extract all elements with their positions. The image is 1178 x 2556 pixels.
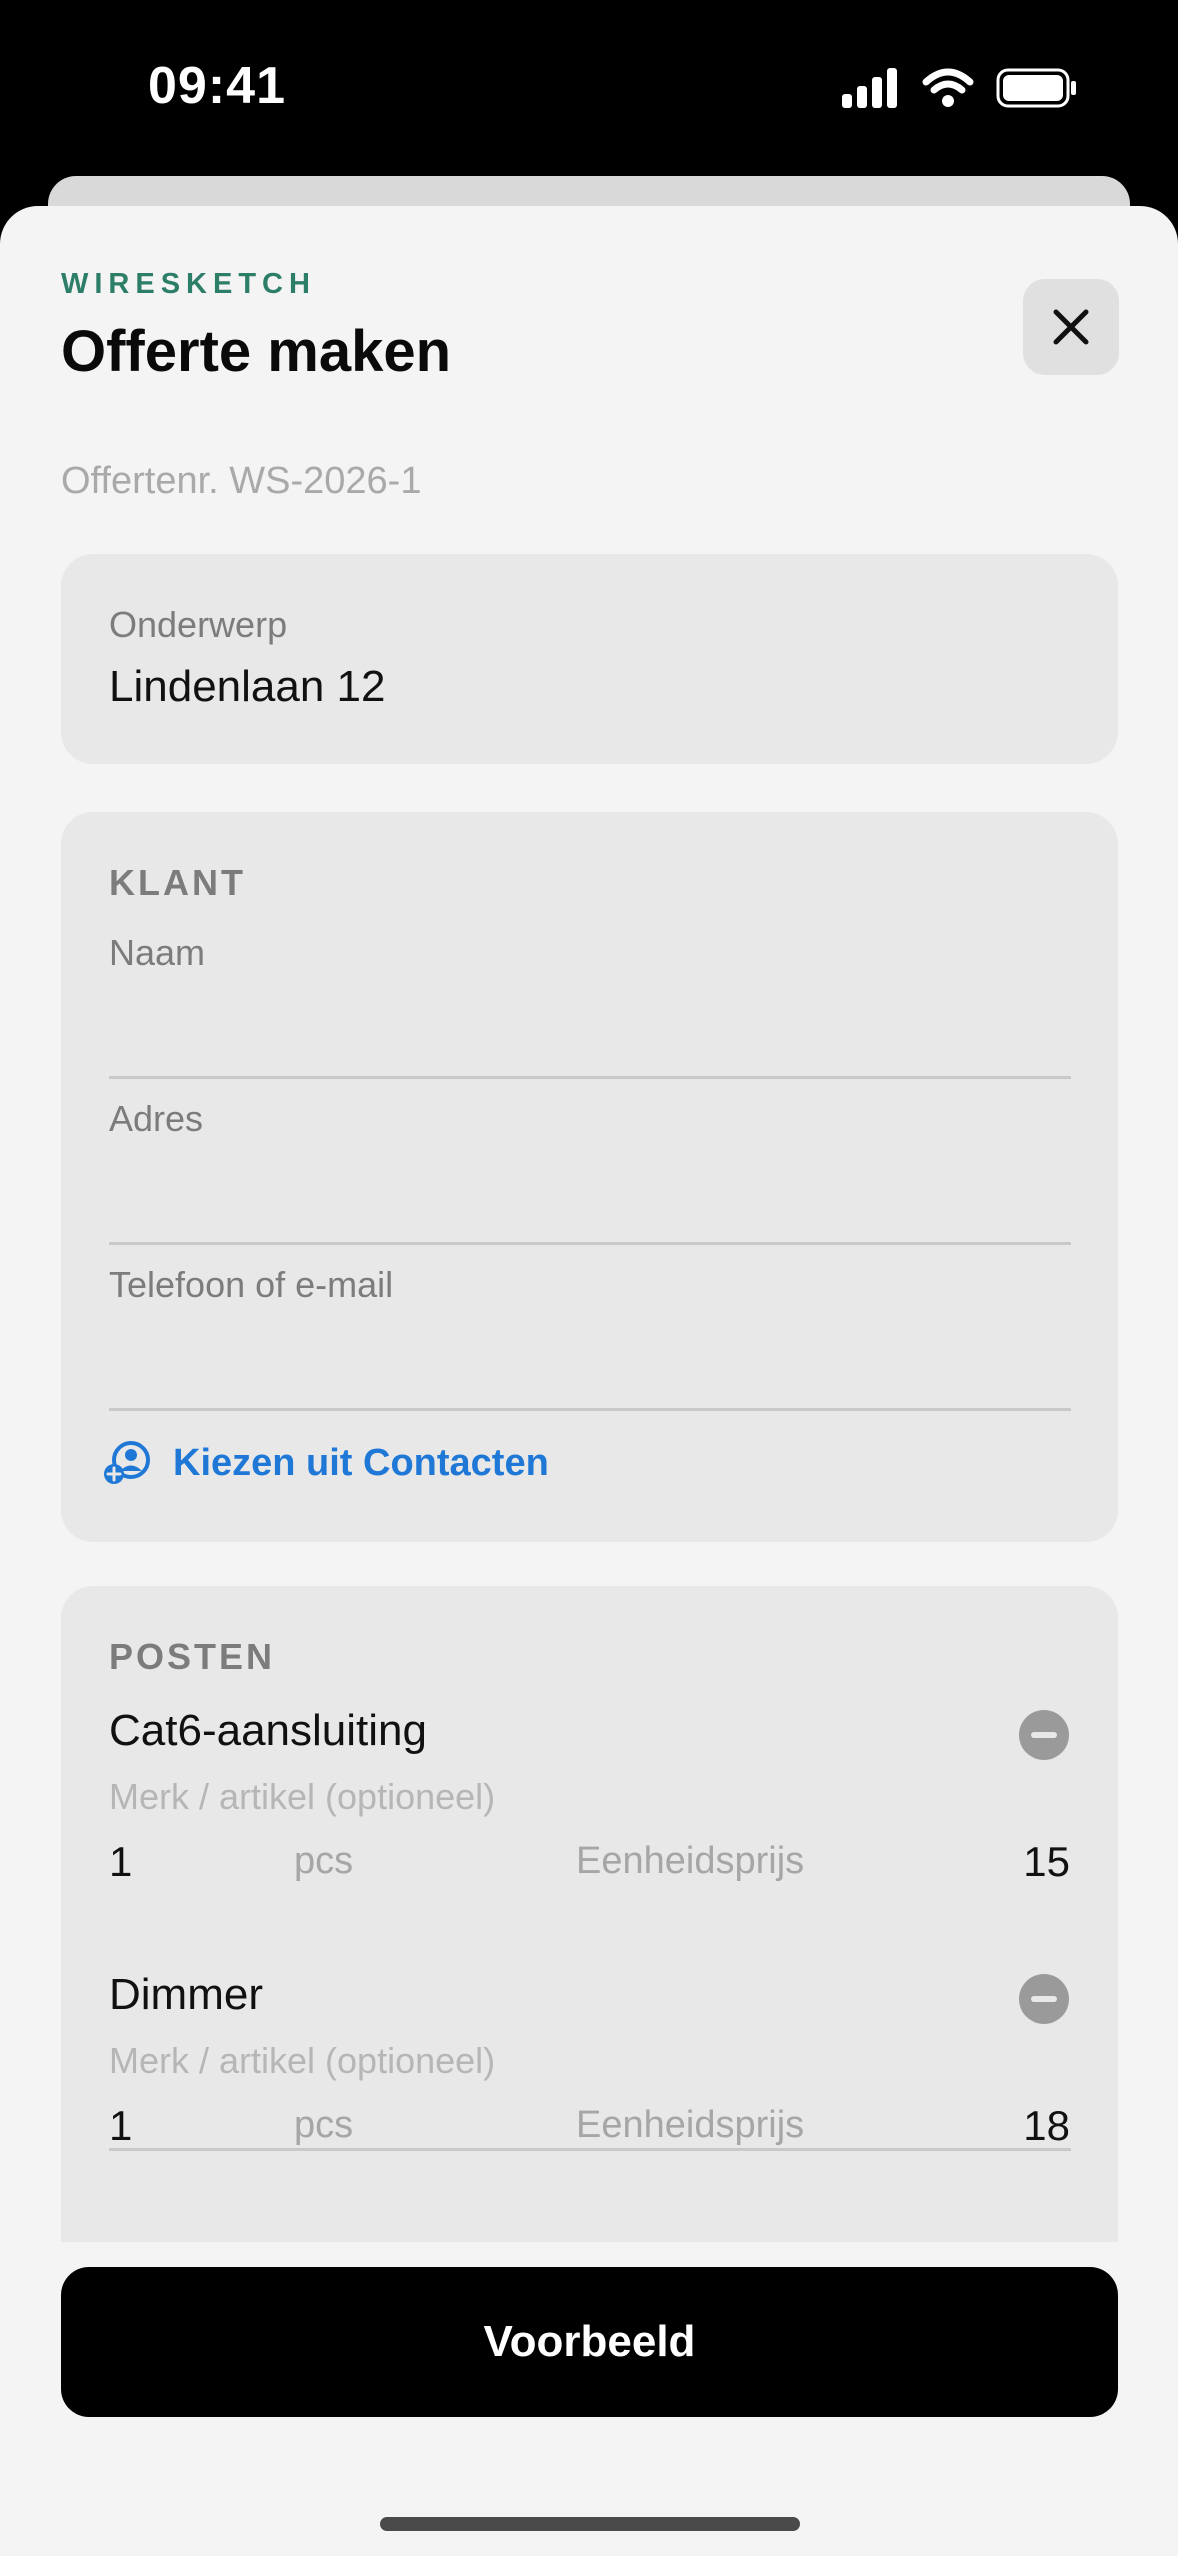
subject-card[interactable]: Onderwerp Lindenlaan 12 (61, 554, 1118, 764)
line-item-brand-input[interactable]: Merk / artikel (optioneel) (109, 1776, 495, 1818)
unit-price-label: Eenheidsprijs (576, 1840, 805, 1882)
quote-sheet: WIRESKETCH Offerte maken Offertenr. WS-2… (0, 206, 1178, 2556)
subject-input[interactable]: Lindenlaan 12 (109, 662, 385, 712)
home-indicator (380, 2517, 800, 2531)
cellular-signal-icon (842, 68, 897, 108)
status-icons (840, 68, 1078, 108)
address-field[interactable] (109, 1148, 1071, 1208)
wifi-icon (922, 68, 974, 107)
line-item-unit-price[interactable]: 15 (1023, 1838, 1070, 1886)
divider (109, 1408, 1071, 1411)
client-heading: KLANT (109, 862, 246, 903)
subject-label: Onderwerp (109, 604, 288, 645)
remove-line-button[interactable] (1019, 1974, 1069, 2024)
quote-number: Offertenr. WS-2026-1 (61, 460, 422, 502)
divider (109, 1076, 1071, 1079)
app-brand: WIRESKETCH (61, 268, 316, 300)
remove-line-button[interactable] (1019, 1710, 1069, 1760)
status-bar: 09:41 (0, 0, 1178, 175)
divider (109, 1242, 1071, 1245)
line-item-unit[interactable]: pcs (294, 1840, 353, 1883)
minus-icon (1031, 1996, 1057, 2002)
line-item-unit[interactable]: pcs (294, 2104, 353, 2147)
line-item-name[interactable]: Dimmer (109, 1970, 263, 2020)
close-button[interactable] (1023, 279, 1119, 375)
name-field[interactable] (109, 982, 1071, 1042)
battery-icon (996, 68, 1076, 108)
items-heading: POSTEN (109, 1636, 276, 1677)
client-card: KLANT Naam Adres Telefoon of e-mail Kiez… (61, 812, 1118, 1542)
divider (109, 2148, 1071, 2151)
line-item-quantity[interactable]: 1 (109, 1838, 132, 1886)
unit-price-label: Eenheidsprijs (576, 2104, 805, 2146)
status-time: 09:41 (148, 57, 286, 115)
choose-from-contacts-link[interactable]: Kiezen uit Contacten (103, 1440, 549, 1486)
line-item-name[interactable]: Cat6-aansluiting (109, 1706, 427, 1756)
preview-button[interactable]: Voorbeeld (61, 2267, 1118, 2417)
contact-field[interactable] (109, 1314, 1071, 1374)
add-contact-icon (104, 1441, 150, 1484)
line-item-quantity[interactable]: 1 (109, 2102, 132, 2150)
address-field-label: Adres (109, 1098, 204, 1139)
name-field-label: Naam (109, 932, 206, 973)
close-icon (1053, 309, 1089, 345)
choose-from-contacts-label: Kiezen uit Contacten (173, 1441, 549, 1484)
line-item-unit-price[interactable]: 18 (1023, 2102, 1070, 2150)
contact-field-label: Telefoon of e-mail (109, 1264, 394, 1305)
minus-icon (1031, 1732, 1057, 1738)
line-item-brand-input[interactable]: Merk / artikel (optioneel) (109, 2040, 495, 2082)
page-title: Offerte maken (61, 319, 452, 384)
